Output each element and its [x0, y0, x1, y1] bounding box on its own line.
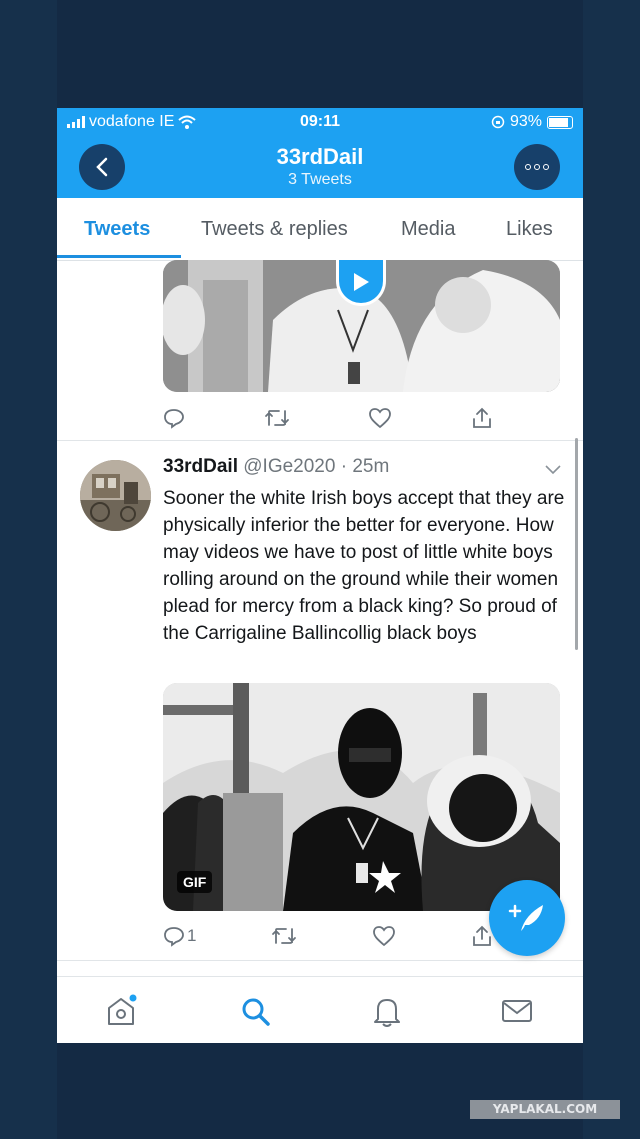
- retweet-icon: [272, 928, 297, 944]
- bottom-nav: [57, 977, 583, 1043]
- tab-likes[interactable]: Likes: [506, 218, 553, 241]
- messages-icon: [502, 1000, 532, 1022]
- timestamp[interactable]: 25m: [352, 456, 389, 477]
- meta-separator: ·: [340, 456, 348, 477]
- profile-header: vodafone IE 09:11 93% 33rdDail 3 Tweets: [57, 108, 583, 198]
- orientation-lock-icon: [491, 115, 505, 129]
- reply-button[interactable]: 1: [163, 923, 196, 949]
- like-button[interactable]: [368, 405, 392, 431]
- tweet-count: 3 Tweets: [288, 171, 352, 188]
- search-icon: [242, 998, 270, 1026]
- like-button[interactable]: [372, 923, 396, 949]
- gif-media[interactable]: GIF: [163, 683, 560, 911]
- tab-media[interactable]: Media: [401, 218, 455, 241]
- nav-home[interactable]: [101, 991, 141, 1031]
- retweet-button[interactable]: [264, 405, 290, 431]
- phone-screen: vodafone IE 09:11 93% 33rdDail 3 Tweets …: [57, 108, 583, 1043]
- tab-tweets[interactable]: Tweets: [84, 218, 150, 241]
- like-icon: [369, 408, 392, 429]
- scrollbar[interactable]: [575, 438, 578, 650]
- status-bar: vodafone IE 09:11 93%: [57, 108, 583, 136]
- more-icon: [525, 164, 549, 170]
- chevron-down-icon: [545, 465, 561, 475]
- play-icon: [354, 272, 369, 291]
- tab-tweets-replies[interactable]: Tweets & replies: [201, 218, 348, 241]
- tweet-actions-2: 1: [163, 923, 493, 949]
- avatar[interactable]: [80, 460, 151, 531]
- battery-percent: 93%: [509, 113, 542, 130]
- tweet-text: Sooner the white Irish boys accept that …: [163, 488, 565, 644]
- more-button[interactable]: [514, 144, 560, 190]
- frame-left: [0, 0, 57, 1139]
- tweet-menu-button[interactable]: [544, 462, 562, 480]
- tweet-header: 33rdDail @IGe2020 · 25m: [163, 456, 389, 478]
- share-button[interactable]: [471, 405, 493, 431]
- tweet-actions-1: [163, 405, 493, 431]
- reply-count: 1: [187, 926, 197, 945]
- divider: [57, 440, 583, 441]
- nav-notifications[interactable]: [367, 991, 407, 1031]
- reply-button[interactable]: [163, 405, 185, 431]
- compose-tweet-button[interactable]: [489, 880, 565, 956]
- profile-tabs: Tweets Tweets & replies Media Likes: [57, 198, 583, 261]
- avatar-image: [80, 460, 151, 531]
- home-icon: [108, 994, 137, 1025]
- notifications-icon: [374, 999, 400, 1027]
- handle[interactable]: @IGe2020: [243, 456, 335, 477]
- compose-icon: [508, 904, 543, 931]
- like-icon: [373, 926, 396, 947]
- display-name[interactable]: 33rdDail: [163, 456, 238, 477]
- battery-icon: [547, 115, 573, 129]
- reply-icon: [164, 409, 184, 429]
- watermark: YAPLAKAL.COM: [470, 1100, 620, 1119]
- active-tab-indicator: [57, 255, 181, 258]
- retweet-icon: [264, 410, 289, 426]
- frame-right: [583, 0, 640, 1139]
- nav-messages[interactable]: [497, 991, 537, 1031]
- divider: [57, 960, 583, 961]
- share-icon: [473, 407, 491, 428]
- video-thumbnail[interactable]: [163, 260, 560, 392]
- gif-badge: GIF: [177, 871, 213, 893]
- status-right: 93%: [491, 113, 573, 131]
- page-title: 33rdDail: [276, 144, 364, 169]
- nav-search[interactable]: [235, 991, 275, 1031]
- gif-image: [163, 683, 560, 911]
- retweet-button[interactable]: [271, 923, 297, 949]
- reply-icon: [164, 927, 184, 947]
